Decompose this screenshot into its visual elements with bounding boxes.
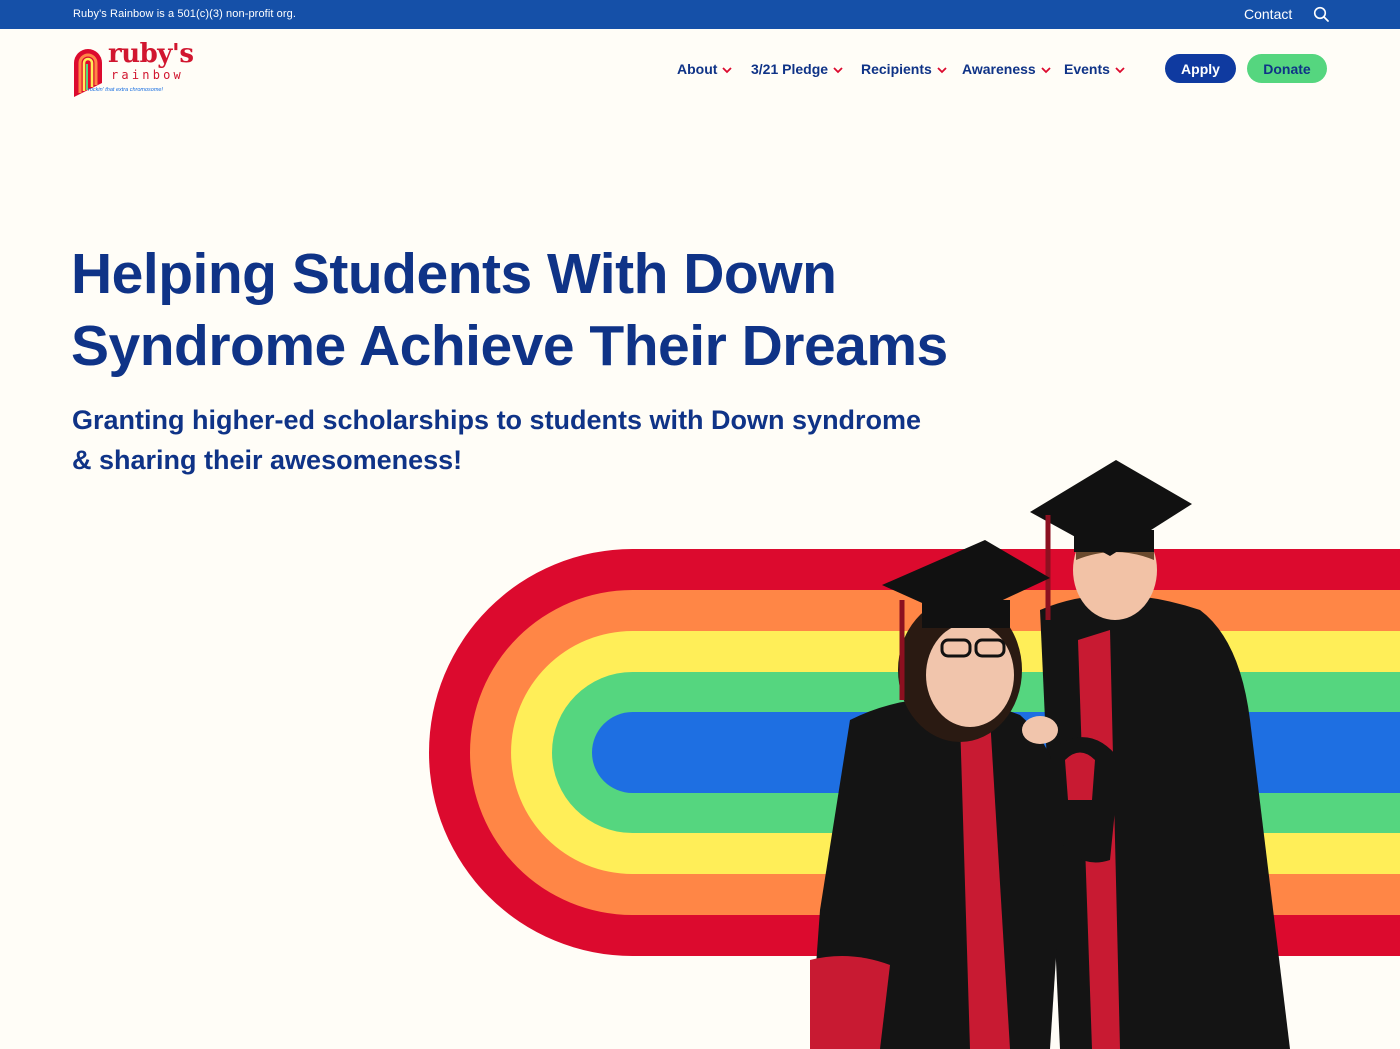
logo-wordmark-ruby: ruby's: [108, 39, 194, 69]
logo-wordmark-rainbow: rainbow: [111, 68, 184, 82]
top-utility-bar: Ruby's Rainbow is a 501(c)(3) non-profit…: [0, 0, 1400, 29]
chevron-down-icon: [937, 66, 947, 73]
logo-tagline: rockin' that extra chromosome!: [88, 87, 164, 93]
chevron-down-icon: [1041, 66, 1051, 73]
hero-headline: Helping Students With Down Syndrome Achi…: [71, 238, 971, 382]
nav-item-label: 3/21 Pledge: [751, 61, 829, 77]
graduates-photo: [810, 460, 1290, 1049]
contact-link[interactable]: Contact: [1244, 6, 1292, 22]
nav-item-label: About: [677, 61, 718, 77]
nav-item-label: Events: [1064, 61, 1110, 77]
site-logo[interactable]: ruby's rainbow rockin' that extra chromo…: [72, 39, 194, 97]
hero-subheadline-line1: Granting higher-ed scholarships to stude…: [72, 405, 922, 435]
chevron-down-icon: [833, 66, 843, 73]
nonprofit-notice: Ruby's Rainbow is a 501(c)(3) non-profit…: [73, 8, 297, 20]
hero-headline-line1: Helping Students With Down: [71, 242, 837, 306]
apply-button[interactable]: Apply: [1165, 54, 1236, 83]
chevron-down-icon: [1115, 66, 1125, 73]
nav-item-about[interactable]: About: [677, 59, 733, 79]
chevron-down-icon: [722, 66, 733, 73]
nav-item-label: Recipients: [861, 61, 932, 77]
hero-headline-line2: Syndrome Achieve Their Dreams: [71, 314, 948, 378]
search-icon[interactable]: [1313, 6, 1329, 22]
nav-item-awareness[interactable]: Awareness: [962, 59, 1051, 79]
nav-item-label: Awareness: [962, 61, 1036, 77]
nav-item-events[interactable]: Events: [1064, 59, 1125, 79]
nav-item-recipients[interactable]: Recipients: [861, 59, 947, 79]
hero-subheadline-line2: & sharing their awesomeness!: [72, 445, 463, 475]
donate-button[interactable]: Donate: [1247, 54, 1327, 83]
nav-item-pledge[interactable]: 3/21 Pledge: [751, 59, 843, 79]
